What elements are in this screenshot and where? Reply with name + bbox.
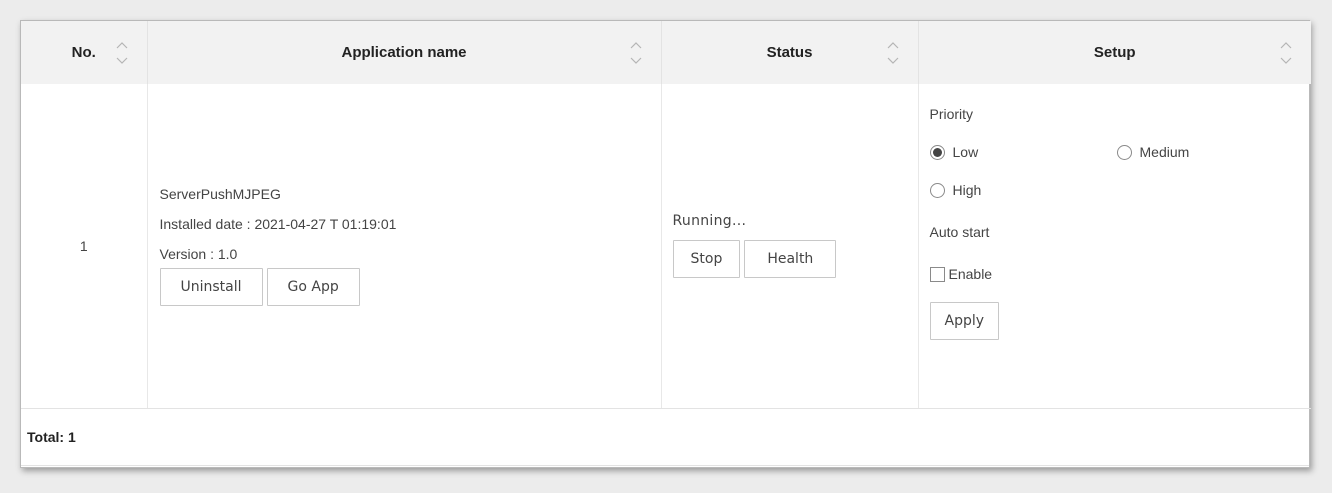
enable-checkbox[interactable] [929,266,945,282]
sort-icon[interactable] [115,41,129,64]
total-count: Total: 1 [21,409,1309,466]
column-header-label: Application name [341,44,467,61]
row-number: 1 [21,84,148,409]
chevron-up-icon [1280,41,1292,48]
radio-medium[interactable] [1116,144,1132,160]
chevron-down-icon [116,57,127,64]
auto-start-label: Auto start [929,224,990,240]
app-table: No. Application name Status Setup 1 Serv… [21,21,1311,409]
status-actions: Stop Health [672,240,918,279]
priority-option-label: Medium [1139,144,1190,160]
priority-medium-option[interactable]: Medium [1116,144,1317,160]
application-cell: ServerPushMJPEG Installed date : 2021-04… [147,84,662,409]
table-row: 1 ServerPushMJPEG Installed date : 2021-… [21,84,1312,409]
column-header-application-name[interactable]: Application name [147,21,662,84]
status-text: Running... [672,213,747,230]
uninstall-button[interactable]: Uninstall [159,267,263,306]
priority-option-label: High [952,182,982,198]
installed-date: Installed date : 2021-04-27 T 01:19:01 [159,215,397,232]
setup-cell: Priority Low Medium High Auto start Enab… [918,84,1312,409]
priority-radio-group: Low Medium High [929,144,1312,198]
chevron-up-icon [116,41,127,48]
app-version: Version : 1.0 [159,245,238,262]
go-app-button[interactable]: Go App [266,267,360,306]
sort-icon[interactable] [1279,41,1293,64]
column-header-label: Setup [1093,44,1136,61]
health-button[interactable]: Health [744,240,837,279]
app-list-panel: No. Application name Status Setup 1 Serv… [20,20,1311,468]
priority-option-label: Low [952,144,979,160]
column-header-no[interactable]: No. [21,21,148,84]
chevron-down-icon [630,57,641,64]
chevron-down-icon [1280,57,1292,64]
priority-high-option[interactable]: High [929,182,1117,198]
status-cell: Running... Stop Health [661,84,919,409]
app-name: ServerPushMJPEG [159,185,281,202]
apply-button[interactable]: Apply [929,302,1000,340]
chevron-up-icon [887,41,898,48]
radio-low[interactable] [929,144,945,160]
enable-label: Enable [948,266,993,282]
chevron-down-icon [887,57,898,64]
sort-icon[interactable] [886,41,900,64]
column-header-label: Status [766,44,813,61]
app-actions: Uninstall Go App [159,267,661,306]
sort-icon[interactable] [629,41,643,64]
enable-option[interactable]: Enable [929,266,1312,282]
priority-label: Priority [929,106,974,122]
stop-button[interactable]: Stop [672,240,741,279]
radio-high[interactable] [929,182,945,198]
table-header-row: No. Application name Status Setup [21,21,1311,84]
column-header-setup[interactable]: Setup [918,21,1311,84]
priority-low-option[interactable]: Low [929,144,1117,160]
column-header-status[interactable]: Status [661,21,919,84]
chevron-up-icon [630,41,641,48]
apply-wrap: Apply [929,302,1312,340]
column-header-label: No. [71,44,96,61]
